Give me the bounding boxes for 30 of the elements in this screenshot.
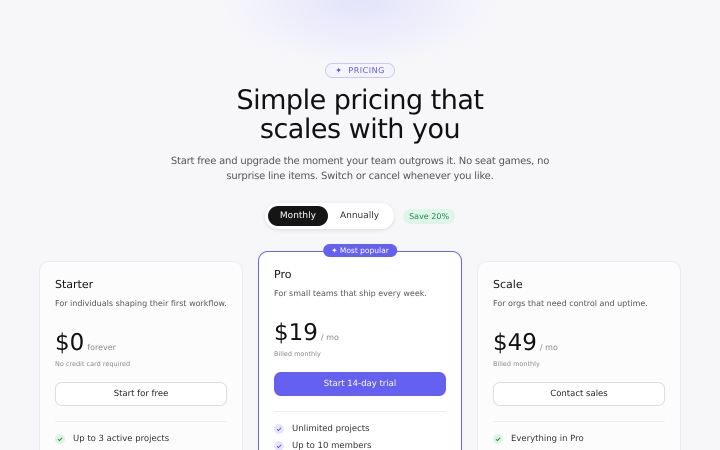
plan-description: For orgs that need control and uptime. (493, 299, 649, 308)
feature-text: Up to 10 members (292, 441, 372, 450)
feature-text: Everything in Pro (511, 434, 584, 444)
feature-text: Up to 3 active projects (73, 434, 170, 444)
plan-name: Pro (274, 268, 292, 281)
feature-text: Unlimited projects (292, 424, 370, 434)
plan-description: For small teams that ship every week. (274, 289, 428, 298)
plan-name: Scale (493, 278, 524, 291)
page-title: Simple pricing that scales with you (235, 86, 485, 144)
check-icon (493, 434, 503, 444)
plan-price: $0 (55, 330, 84, 356)
price-period: / mo (540, 343, 558, 352)
billing-option[interactable]: Monthly (268, 206, 328, 226)
plan-description: For individuals shaping their first workflow. (55, 299, 227, 308)
sparkle-icon: ✦ (335, 66, 342, 75)
badge-label: PRICING (348, 66, 385, 75)
check-icon (274, 441, 284, 450)
save-badge: Save 20% (403, 208, 456, 224)
check-icon (55, 434, 65, 444)
plan-button[interactable]: Start 14-day trial (274, 372, 446, 396)
page-subtitle: Start free and upgrade the moment your team outgrows it. No seat games, no surprise line items. Switch or cancel whenever you like. (170, 155, 550, 184)
plan-name: Starter (55, 278, 94, 291)
price-period: forever (87, 343, 116, 352)
plan-price: $49 (493, 330, 537, 356)
plan-price: $19 (274, 320, 318, 346)
check-icon (274, 424, 284, 434)
billing-option[interactable]: Annually (328, 206, 392, 226)
plan-button[interactable]: Contact sales (493, 382, 665, 406)
price-period: / mo (320, 333, 339, 342)
plan-button[interactable]: Start for free (55, 382, 227, 406)
